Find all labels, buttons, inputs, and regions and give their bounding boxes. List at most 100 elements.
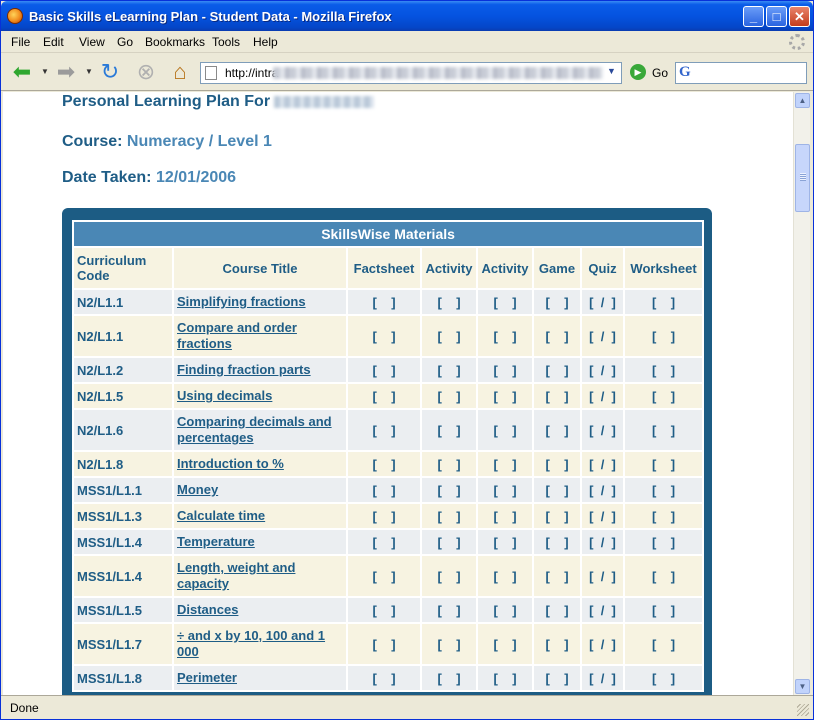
firefox-icon: [7, 8, 23, 24]
completion-mark: [ ]: [348, 624, 420, 664]
completion-mark: [ ]: [422, 410, 476, 450]
forward-history-dropdown-icon[interactable]: ▼: [85, 67, 93, 76]
course-title-link[interactable]: Perimeter: [177, 670, 237, 685]
column-header: Game: [534, 248, 580, 288]
completion-mark: [ / ]: [582, 290, 623, 314]
minimize-button[interactable]: _: [743, 6, 764, 27]
scroll-thumb[interactable]: [795, 144, 810, 212]
completion-mark: [ ]: [422, 452, 476, 476]
completion-mark: [ / ]: [582, 624, 623, 664]
completion-mark: [ / ]: [582, 478, 623, 502]
title-bar[interactable]: Basic Skills eLearning Plan - Student Da…: [1, 1, 813, 31]
column-header: Quiz: [582, 248, 623, 288]
course-title-link[interactable]: Simplifying fractions: [177, 294, 306, 309]
completion-mark: [ ]: [534, 530, 580, 554]
completion-mark: [ ]: [625, 478, 703, 502]
course-title-link[interactable]: Distances: [177, 602, 238, 617]
course-title-link[interactable]: Introduction to %: [177, 456, 284, 471]
back-arrow-icon[interactable]: ⬅: [9, 59, 35, 85]
course-title-link[interactable]: Using decimals: [177, 388, 272, 403]
course-title-link[interactable]: Money: [177, 482, 218, 497]
table-caption: SkillsWise Materials: [74, 222, 703, 246]
curriculum-code: MSS1/L1.5: [74, 598, 172, 622]
table-row: N2/L1.5 Using decimals[ ][ ][ ][ ][ / ][ …: [74, 384, 703, 408]
vertical-scrollbar[interactable]: ▲ ▼: [793, 92, 810, 695]
url-text: http://intra: [225, 66, 279, 80]
scroll-up-icon[interactable]: ▲: [795, 93, 810, 108]
curriculum-code: MSS1/L1.1: [74, 478, 172, 502]
search-input[interactable]: G: [675, 62, 807, 84]
course-title-link[interactable]: Calculate time: [177, 508, 265, 523]
completion-mark: [ ]: [348, 316, 420, 356]
curriculum-code: MSS1/L1.7: [74, 624, 172, 664]
completion-mark: [ ]: [625, 290, 703, 314]
completion-mark: [ ]: [625, 358, 703, 382]
curriculum-code: N2/L1.5: [74, 384, 172, 408]
table-body: N2/L1.1 Simplifying fractions[ ][ ][ ][ ]…: [74, 290, 703, 690]
menu-tools[interactable]: Tools: [212, 35, 240, 49]
course-title-link[interactable]: ÷ and x by 10, 100 and 1 000: [177, 628, 325, 659]
completion-mark: [ ]: [625, 530, 703, 554]
completion-mark: [ ]: [422, 598, 476, 622]
table-row: MSS1/L1.8 Perimeter[ ][ ][ ][ ][ / ][ ]: [74, 666, 703, 690]
course-title-link[interactable]: Temperature: [177, 534, 255, 549]
course-title-link[interactable]: Finding fraction parts: [177, 362, 311, 377]
completion-mark: [ ]: [348, 666, 420, 690]
go-arrow-icon[interactable]: ▶: [630, 64, 646, 80]
go-button[interactable]: Go: [652, 66, 668, 80]
menu-help[interactable]: Help: [253, 35, 278, 49]
curriculum-code: MSS1/L1.4: [74, 556, 172, 596]
completion-mark: [ ]: [625, 452, 703, 476]
throbber-icon: [789, 34, 805, 50]
completion-mark: [ ]: [478, 384, 532, 408]
menu-file[interactable]: File: [11, 35, 30, 49]
course-title-link[interactable]: Compare and order fractions: [177, 320, 297, 351]
curriculum-code: MSS1/L1.8: [74, 666, 172, 690]
completion-mark: [ ]: [478, 316, 532, 356]
completion-mark: [ / ]: [582, 598, 623, 622]
completion-mark: [ ]: [534, 290, 580, 314]
completion-mark: [ ]: [534, 478, 580, 502]
search-engine-icon[interactable]: G: [679, 64, 691, 81]
menu-view[interactable]: View: [79, 35, 105, 49]
course-value: Numeracy / Level 1: [126, 133, 272, 150]
plan-heading: Personal Learning Plan For: [62, 93, 375, 111]
completion-mark: [ ]: [478, 290, 532, 314]
resize-grip-icon[interactable]: [797, 704, 809, 716]
home-icon[interactable]: ⌂: [167, 59, 193, 85]
curriculum-code: N2/L1.6: [74, 410, 172, 450]
column-header: Activity: [478, 248, 532, 288]
completion-mark: [ ]: [422, 556, 476, 596]
stop-icon[interactable]: ⊗: [133, 59, 159, 85]
reload-icon[interactable]: ↻: [97, 59, 123, 85]
course-title-link[interactable]: Comparing decimals and percentages: [177, 414, 332, 445]
completion-mark: [ ]: [534, 666, 580, 690]
back-history-dropdown-icon[interactable]: ▼: [41, 67, 49, 76]
menu-go[interactable]: Go: [117, 35, 133, 49]
course-label: Course:: [62, 133, 123, 150]
page-icon: [205, 66, 217, 80]
completion-mark: [ ]: [534, 384, 580, 408]
table-row: MSS1/L1.7 ÷ and x by 10, 100 and 1 000 [ ]…: [74, 624, 703, 664]
completion-mark: [ ]: [478, 358, 532, 382]
course-title-link[interactable]: Length, weight and capacity: [177, 560, 295, 591]
navigation-toolbar: ⬅ ▼ ➡ ▼ ↻ ⊗ ⌂ http://intra ▼ ▶ Go G: [1, 53, 813, 91]
completion-mark: [ ]: [478, 478, 532, 502]
scroll-down-icon[interactable]: ▼: [795, 679, 810, 694]
url-input[interactable]: http://intra ▼: [200, 62, 622, 84]
completion-mark: [ ]: [625, 624, 703, 664]
table-row: MSS1/L1.5 Distances[ ][ ][ ][ ][ / ][ ]: [74, 598, 703, 622]
table-row: MSS1/L1.3 Calculate time[ ][ ][ ][ ][ / ]…: [74, 504, 703, 528]
completion-mark: [ ]: [478, 504, 532, 528]
forward-arrow-icon[interactable]: ➡: [53, 59, 79, 85]
maximize-button[interactable]: □: [766, 6, 787, 27]
menu-bookmarks[interactable]: Bookmarks: [145, 35, 205, 49]
completion-mark: [ ]: [348, 504, 420, 528]
date-value: 12/01/2006: [155, 169, 237, 186]
close-button[interactable]: ✕: [789, 6, 810, 27]
menu-edit[interactable]: Edit: [43, 35, 64, 49]
url-history-dropdown-icon[interactable]: ▼: [607, 66, 616, 76]
completion-mark: [ ]: [348, 358, 420, 382]
menu-bar: File Edit View Go Bookmarks Tools Help: [1, 31, 813, 53]
completion-mark: [ ]: [478, 666, 532, 690]
